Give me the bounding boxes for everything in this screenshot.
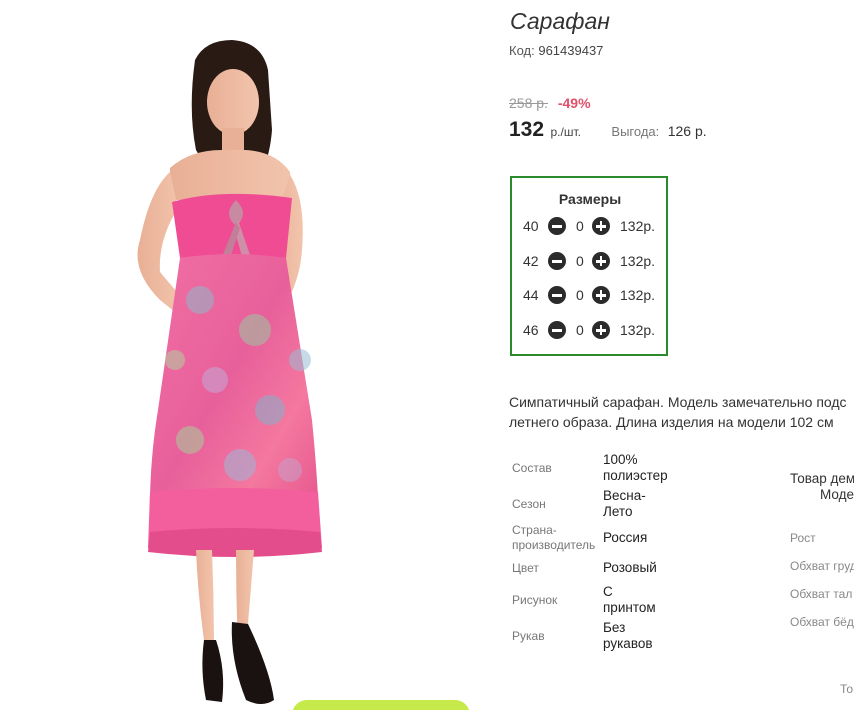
size-row: 44 0 132р.: [522, 285, 662, 305]
property-value-line: полиэстер: [603, 468, 668, 483]
price-unit: р./шт.: [550, 125, 581, 139]
discount-badge: -49%: [557, 95, 591, 111]
add-to-cart-button[interactable]: [292, 700, 470, 710]
product-image: [137, 40, 322, 704]
minus-circle-icon[interactable]: [548, 286, 566, 304]
price-row: 132 р./шт. Выгода: 126 р.: [509, 118, 707, 142]
description-line: летнего образа. Длина изделия на модели …: [509, 414, 834, 430]
benefit-label: Выгода:: [611, 124, 660, 139]
plus-circle-icon[interactable]: [592, 286, 610, 304]
model-param-label: Обхват груд: [790, 559, 854, 573]
old-price: 258 р.: [509, 95, 548, 111]
property-value-line: С: [603, 584, 613, 599]
size-price: 132р.: [620, 218, 656, 234]
property-key: Рисунок: [512, 593, 558, 607]
size-row: 40 0 132р.: [522, 216, 662, 236]
property-key: Состав: [512, 461, 552, 475]
property-key: Страна- производитель: [512, 523, 595, 553]
property-value-line: принтом: [603, 600, 656, 615]
property-value: Весна- Лето: [603, 488, 683, 520]
size-price: 132р.: [620, 322, 656, 338]
size-qty: 0: [576, 218, 584, 234]
property-key: Сезон: [512, 497, 546, 511]
property-key: Цвет: [512, 561, 539, 575]
plus-circle-icon[interactable]: [592, 321, 610, 339]
property-key-line: Страна-: [512, 523, 557, 537]
size-label: 40: [523, 218, 539, 234]
model-param-label: Обхват бёд: [790, 615, 854, 629]
size-qty: 0: [576, 287, 584, 303]
property-value: Без рукавов: [603, 620, 683, 652]
property-value-line: Розовый: [603, 560, 657, 575]
product-info: Сарафан Код: 961439437 258 р. -49% 132 р…: [508, 0, 854, 710]
size-label: 44: [523, 287, 539, 303]
description-line: Симпатичный сарафан. Модель замечательно…: [509, 394, 847, 410]
size-selector: Размеры 40 0 132р. 42 0 132р. 44 0 132р.…: [510, 176, 668, 356]
property-key-line: производитель: [512, 538, 596, 552]
size-label: 46: [523, 322, 539, 338]
property-value-line: Весна-: [603, 488, 646, 503]
old-price-row: 258 р. -49%: [509, 95, 591, 111]
property-value: 100% полиэстер: [603, 452, 683, 484]
plus-circle-icon[interactable]: [592, 217, 610, 235]
property-value-line: Россия: [603, 530, 648, 545]
model-info-footer: То: [840, 682, 854, 696]
property-value-line: 100%: [603, 452, 638, 467]
model-param-label: Рост: [790, 531, 816, 545]
size-row: 42 0 132р.: [522, 251, 662, 271]
property-value-line: рукавов: [603, 636, 653, 651]
product-code-value: 961439437: [538, 43, 604, 58]
product-title: Сарафан: [510, 8, 610, 34]
size-qty: 0: [576, 253, 584, 269]
size-price: 132р.: [620, 287, 656, 303]
property-value: Розовый: [603, 560, 683, 576]
size-qty: 0: [576, 322, 584, 338]
size-label: 42: [523, 253, 539, 269]
property-key: Рукав: [512, 629, 545, 643]
product-description: Симпатичный сарафан. Модель замечательно…: [509, 392, 854, 432]
model-param-label: Обхват тал: [790, 587, 853, 601]
plus-circle-icon[interactable]: [592, 252, 610, 270]
property-value: С принтом: [603, 584, 683, 616]
benefit-value: 126 р.: [667, 123, 707, 139]
product-photo[interactable]: [0, 0, 482, 710]
minus-circle-icon[interactable]: [548, 252, 566, 270]
model-info-title: Товар дем: [790, 471, 854, 486]
minus-circle-icon[interactable]: [548, 217, 566, 235]
property-value-line: Лето: [603, 504, 633, 519]
size-row: 46 0 132р.: [522, 320, 662, 340]
model-info-subtitle: Моде: [820, 487, 854, 502]
current-price: 132: [509, 118, 545, 141]
property-value: Россия: [603, 530, 683, 546]
size-selector-title: Размеры: [558, 191, 622, 207]
product-code: Код: 961439437: [509, 43, 603, 58]
product-code-label: Код:: [509, 43, 535, 58]
minus-circle-icon[interactable]: [548, 321, 566, 339]
property-value-line: Без: [603, 620, 626, 635]
size-price: 132р.: [620, 253, 656, 269]
